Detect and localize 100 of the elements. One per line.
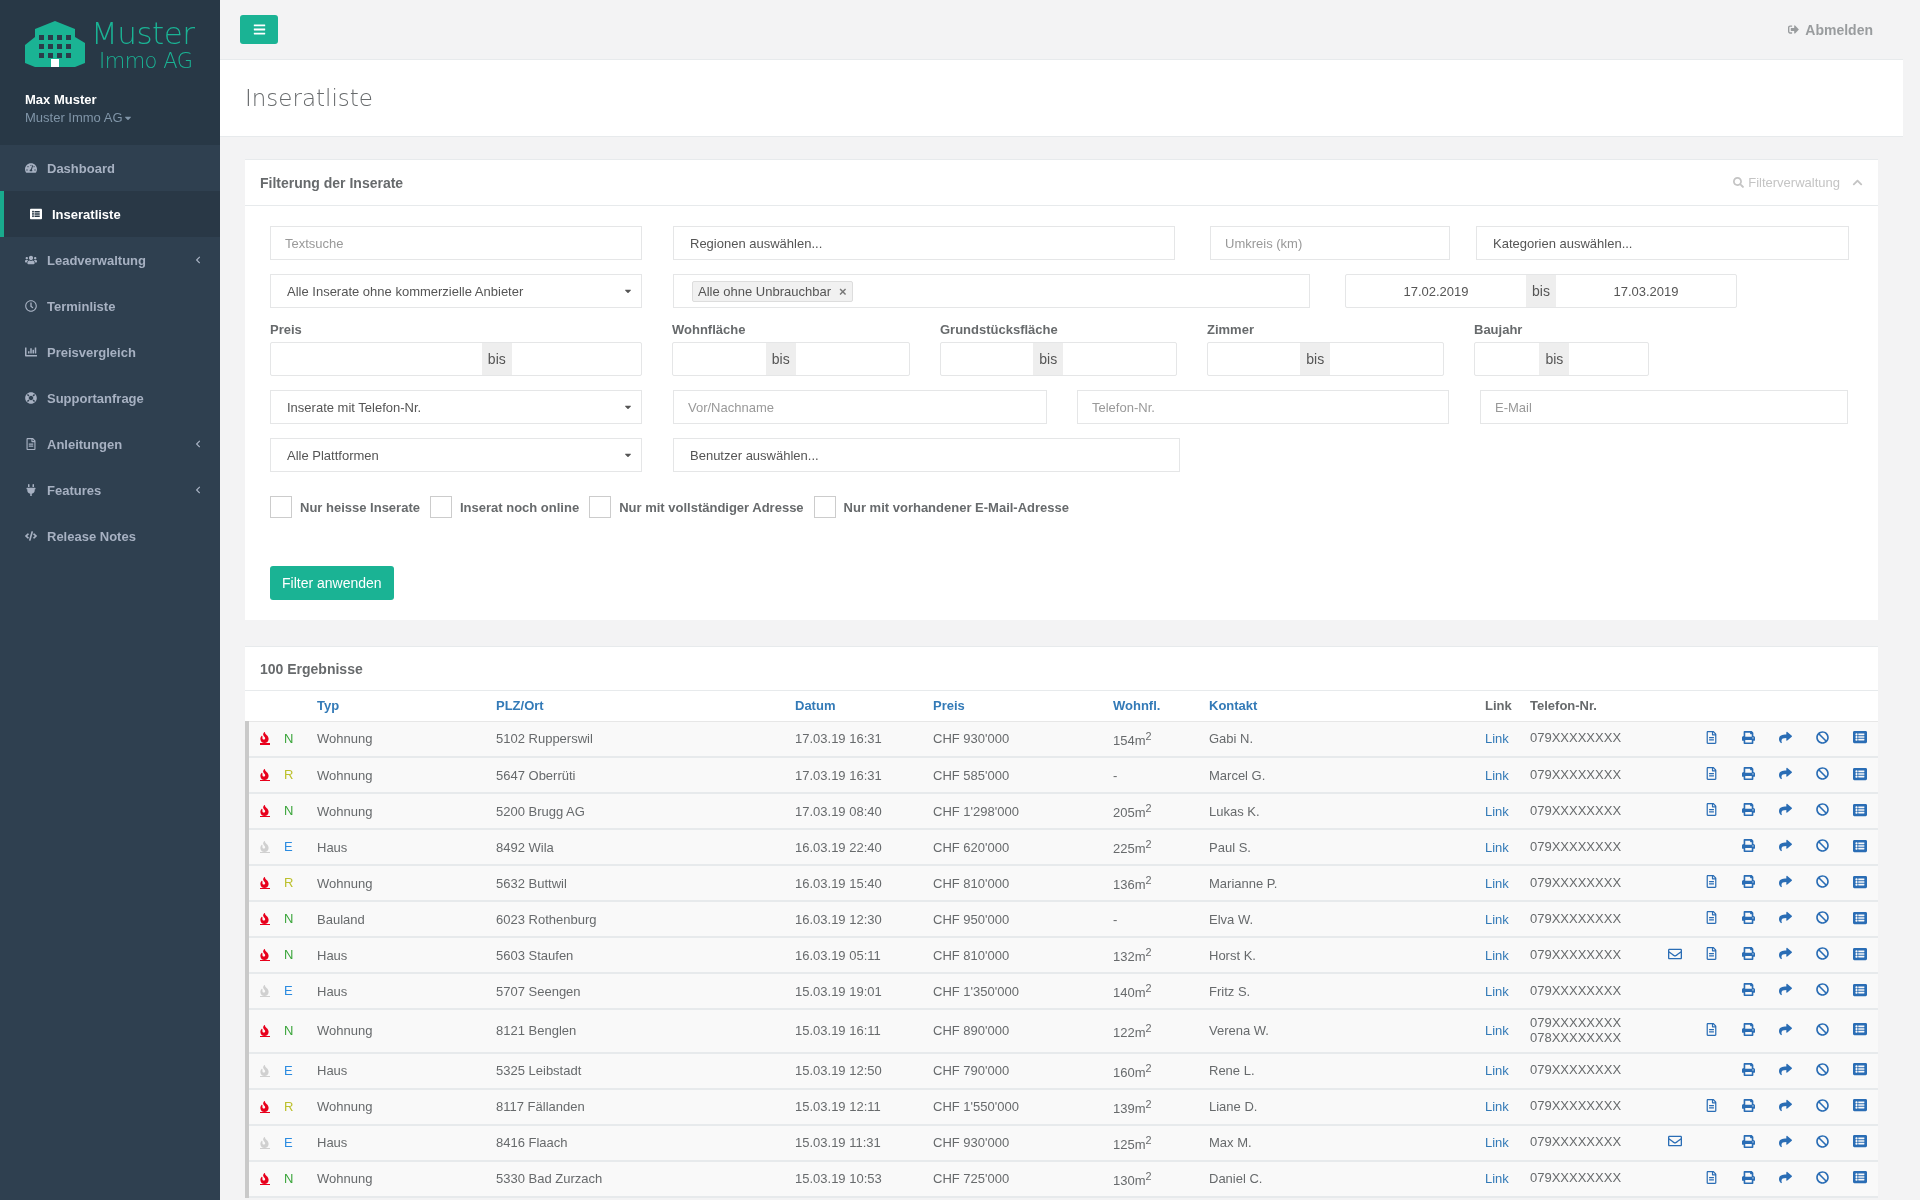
listing-link[interactable]: Link <box>1485 1099 1509 1115</box>
ban-icon[interactable] <box>1816 1134 1829 1148</box>
print-icon[interactable] <box>1742 1170 1755 1184</box>
checkbox[interactable] <box>589 496 612 518</box>
share-icon[interactable] <box>1779 767 1792 780</box>
platform-select[interactable]: Alle Plattformen <box>270 438 642 472</box>
listing-link[interactable]: Link <box>1485 1063 1509 1079</box>
remove-tag-button[interactable]: × <box>839 283 847 299</box>
share-icon[interactable] <box>1779 1134 1792 1148</box>
menu-button[interactable] <box>240 15 278 44</box>
provider-select[interactable]: Alle Inserate ohne kommerzielle Anbieter <box>270 274 642 308</box>
document-icon[interactable] <box>1705 767 1718 780</box>
list-icon[interactable] <box>1852 874 1867 889</box>
share-icon[interactable] <box>1779 1170 1792 1184</box>
nav-item[interactable]: Preisvergleich <box>0 329 220 375</box>
share-icon[interactable] <box>1779 947 1792 960</box>
nav-item[interactable]: Leadverwaltung <box>0 237 220 283</box>
sortable-column-header[interactable]: Kontakt <box>1209 698 1258 714</box>
list-icon[interactable] <box>1852 730 1867 745</box>
print-icon[interactable] <box>1742 767 1755 780</box>
nav-item[interactable]: Inseratliste <box>0 191 220 237</box>
listing-link[interactable]: Link <box>1485 875 1509 891</box>
share-icon[interactable] <box>1779 1022 1792 1036</box>
list-icon[interactable] <box>1852 766 1867 781</box>
range-field[interactable]: bis <box>940 342 1177 376</box>
sortable-column-header[interactable]: Datum <box>795 698 836 714</box>
regions-select[interactable]: Regionen auswählen... <box>673 226 1175 260</box>
ban-icon[interactable] <box>1816 1098 1829 1112</box>
share-icon[interactable] <box>1779 803 1792 816</box>
document-icon[interactable] <box>1705 803 1718 816</box>
status-tag-field[interactable]: Alle ohne Unbrauchbar × <box>673 274 1310 308</box>
document-icon[interactable] <box>1705 1098 1718 1112</box>
sortable-column-header[interactable]: Preis <box>933 698 965 714</box>
nav-item[interactable]: Release Notes <box>0 513 220 559</box>
print-icon[interactable] <box>1742 1022 1755 1036</box>
ban-icon[interactable] <box>1816 730 1829 744</box>
print-icon[interactable] <box>1742 875 1755 888</box>
list-icon[interactable] <box>1852 1022 1867 1037</box>
date-range-field[interactable]: 17.02.2019 bis 17.03.2019 <box>1345 274 1737 308</box>
share-icon[interactable] <box>1779 1062 1792 1076</box>
ban-icon[interactable] <box>1816 911 1829 924</box>
ban-icon[interactable] <box>1816 1170 1829 1184</box>
print-icon[interactable] <box>1742 983 1755 996</box>
checkbox[interactable] <box>270 496 292 518</box>
print-icon[interactable] <box>1742 730 1755 744</box>
email-field[interactable]: E-Mail <box>1480 390 1848 424</box>
list-icon[interactable] <box>1852 982 1867 997</box>
listing-link[interactable]: Link <box>1485 767 1509 783</box>
ban-icon[interactable] <box>1816 983 1829 996</box>
document-icon[interactable] <box>1705 1022 1718 1036</box>
share-icon[interactable] <box>1779 730 1792 744</box>
checkbox[interactable] <box>813 496 836 518</box>
list-icon[interactable] <box>1852 802 1867 817</box>
sortable-column-header[interactable]: Typ <box>317 698 340 714</box>
listing-link[interactable]: Link <box>1485 731 1509 747</box>
document-icon[interactable] <box>1705 730 1718 744</box>
ban-icon[interactable] <box>1816 875 1829 888</box>
range-field[interactable]: bis <box>1207 342 1444 376</box>
document-icon[interactable] <box>1705 911 1718 924</box>
print-icon[interactable] <box>1742 803 1755 816</box>
share-icon[interactable] <box>1779 1098 1792 1112</box>
listing-link[interactable]: Link <box>1485 911 1509 927</box>
users-select[interactable]: Benutzer auswählen... <box>673 438 1180 472</box>
listing-link[interactable]: Link <box>1485 1135 1509 1151</box>
company-dropdown[interactable]: Muster Immo AG <box>25 110 195 125</box>
share-icon[interactable] <box>1779 875 1792 888</box>
apply-filter-button[interactable]: Filter anwenden <box>270 566 394 600</box>
nav-item[interactable]: Supportanfrage <box>0 375 220 421</box>
phone-field[interactable]: Telefon-Nr. <box>1077 390 1449 424</box>
print-icon[interactable] <box>1742 947 1755 960</box>
list-icon[interactable] <box>1852 910 1867 925</box>
listing-link[interactable]: Link <box>1485 947 1509 963</box>
nav-item[interactable]: Features <box>0 467 220 513</box>
list-icon[interactable] <box>1852 1098 1867 1113</box>
nav-item[interactable]: Dashboard <box>0 145 220 191</box>
phone-filter-select[interactable]: Inserate mit Telefon-Nr. <box>270 390 642 424</box>
list-icon[interactable] <box>1852 946 1867 961</box>
range-field[interactable]: bis <box>270 342 642 376</box>
print-icon[interactable] <box>1742 1134 1755 1148</box>
ban-icon[interactable] <box>1816 1022 1829 1036</box>
sortable-column-header[interactable]: PLZ/Ort <box>496 698 544 714</box>
print-icon[interactable] <box>1742 839 1755 852</box>
document-icon[interactable] <box>1705 1170 1718 1184</box>
nav-item[interactable]: Terminliste <box>0 283 220 329</box>
nav-item[interactable]: Anleitungen <box>0 421 220 467</box>
listing-link[interactable]: Link <box>1485 1023 1509 1039</box>
sortable-column-header[interactable]: Wohnfl. <box>1113 698 1161 714</box>
print-icon[interactable] <box>1742 1098 1755 1112</box>
mail-icon[interactable] <box>1667 1134 1682 1149</box>
logout-link[interactable]: Abmelden <box>1788 21 1873 38</box>
ban-icon[interactable] <box>1816 767 1829 780</box>
name-field[interactable]: Vor/Nachname <box>673 390 1047 424</box>
radius-field[interactable]: Umkreis (km) <box>1210 226 1450 260</box>
list-icon[interactable] <box>1852 838 1867 853</box>
list-icon[interactable] <box>1852 1062 1867 1077</box>
share-icon[interactable] <box>1779 839 1792 852</box>
text-search-field[interactable]: Textsuche <box>270 226 642 260</box>
ban-icon[interactable] <box>1816 803 1829 816</box>
ban-icon[interactable] <box>1816 1062 1829 1076</box>
range-field[interactable]: bis <box>672 342 910 376</box>
